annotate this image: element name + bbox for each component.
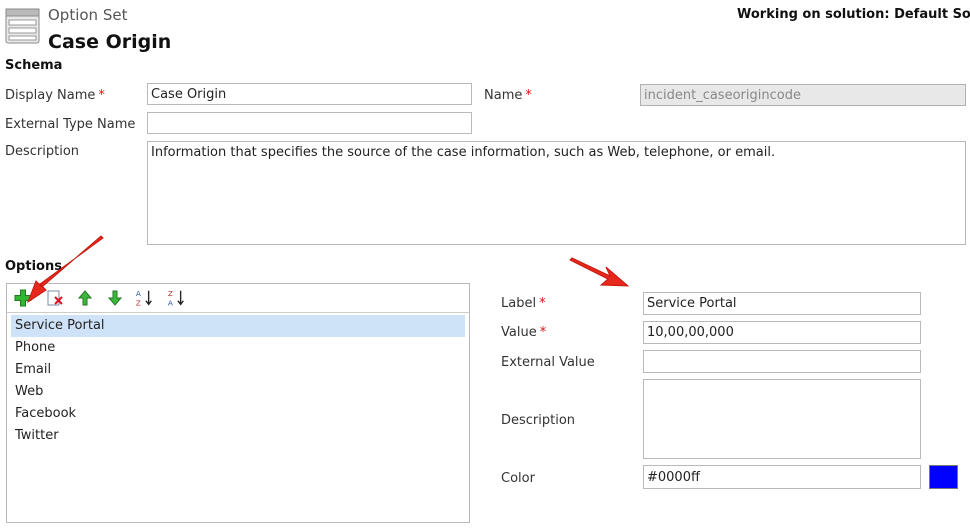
- move-up-icon[interactable]: [75, 288, 95, 308]
- external-value-field[interactable]: [643, 350, 921, 373]
- color-field[interactable]: [643, 465, 921, 489]
- move-down-icon[interactable]: [105, 288, 125, 308]
- name-label: Name *: [484, 88, 532, 103]
- svg-text:Z: Z: [168, 289, 173, 298]
- options-panel: AZ ZA Service Portal Phone Email Web Faceboo…: [6, 283, 470, 523]
- description-field[interactable]: Information that specifies the source of…: [147, 141, 966, 245]
- color-swatch[interactable]: [929, 465, 958, 489]
- list-item[interactable]: Web: [11, 381, 465, 403]
- required-marker: *: [525, 88, 532, 103]
- sort-descending-icon[interactable]: ZA: [167, 288, 187, 308]
- description-label: Description: [5, 144, 80, 159]
- sort-ascending-icon[interactable]: AZ: [135, 288, 155, 308]
- entity-type-label: Option Set: [48, 6, 128, 24]
- option-description-label: Description: [501, 413, 576, 428]
- svg-text:A: A: [168, 298, 173, 307]
- required-marker: *: [539, 325, 547, 340]
- list-item[interactable]: Email: [11, 359, 465, 381]
- option-label-field[interactable]: [643, 292, 921, 315]
- option-description-field[interactable]: [643, 379, 921, 459]
- name-field[interactable]: [640, 84, 966, 106]
- options-list[interactable]: Service Portal Phone Email Web Facebook Twitt…: [11, 315, 465, 518]
- option-value-label: Value *: [501, 325, 547, 340]
- list-item[interactable]: Twitter: [11, 425, 465, 447]
- list-item[interactable]: Facebook: [11, 403, 465, 425]
- svg-text:Z: Z: [136, 298, 141, 307]
- annotation-arrow: [569, 257, 630, 287]
- options-toolbar: AZ ZA: [7, 284, 469, 313]
- option-set-icon: [5, 7, 41, 45]
- external-value-label: External Value: [501, 355, 595, 370]
- options-section-title: Options: [5, 259, 62, 274]
- list-item[interactable]: Service Portal: [11, 315, 465, 337]
- display-name-label: Display Name *: [5, 88, 105, 103]
- svg-text:A: A: [136, 289, 141, 298]
- delete-icon[interactable]: [45, 288, 65, 308]
- external-type-name-label: External Type Name: [5, 117, 136, 132]
- page-title: Case Origin: [48, 31, 172, 53]
- required-marker: *: [98, 88, 105, 103]
- add-icon[interactable]: [13, 288, 33, 308]
- option-value-field[interactable]: [643, 321, 921, 344]
- option-label-label: Label *: [501, 296, 546, 311]
- solution-indicator: Working on solution: Default Solution: [737, 7, 970, 22]
- color-label: Color: [501, 471, 535, 486]
- schema-section-title: Schema: [5, 58, 63, 73]
- list-item[interactable]: Phone: [11, 337, 465, 359]
- display-name-field[interactable]: [147, 83, 472, 105]
- required-marker: *: [539, 296, 546, 311]
- external-type-name-field[interactable]: [147, 112, 472, 134]
